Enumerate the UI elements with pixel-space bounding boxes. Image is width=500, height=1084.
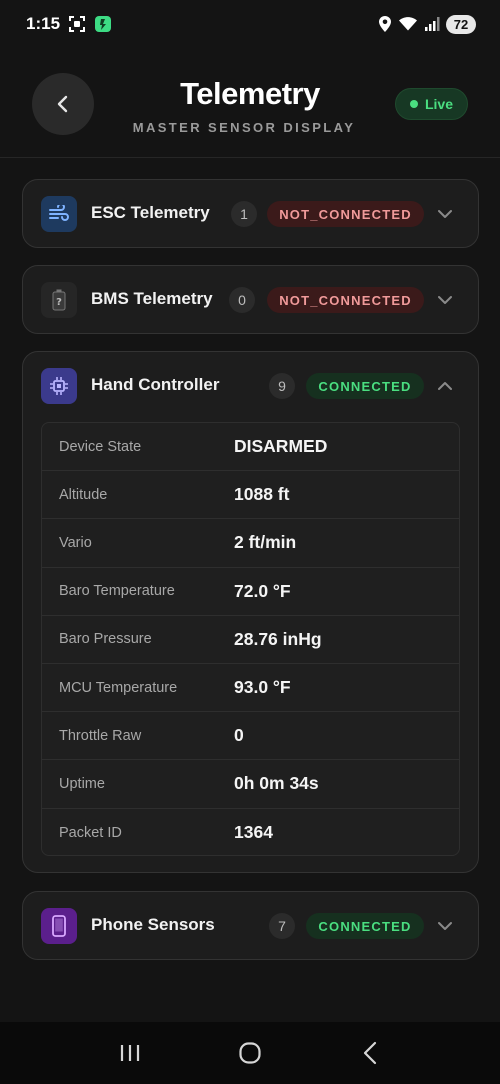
row-label: Baro Temperature	[59, 583, 175, 600]
card-header[interactable]: ? BMS Telemetry 0 NOT_CONNECTED	[23, 266, 478, 334]
fan-wind-icon	[41, 196, 77, 232]
table-row: Packet ID 1364	[42, 809, 459, 856]
card-title: ESC Telemetry	[91, 203, 210, 222]
system-back-button[interactable]	[350, 1033, 390, 1073]
status-right: 72	[378, 14, 476, 34]
table-row: Baro Temperature 72.0 °F	[42, 568, 459, 616]
signal-icon	[424, 16, 440, 32]
chevron-down-icon[interactable]	[435, 204, 455, 224]
chevron-up-icon[interactable]	[435, 376, 455, 396]
status-badge: NOT_CONNECTED	[267, 287, 424, 313]
table-row: Altitude 1088 ft	[42, 471, 459, 520]
telemetry-table: Device State DISARMED Altitude 1088 ft V…	[41, 422, 460, 856]
chevron-down-icon[interactable]	[435, 916, 455, 936]
row-value: 0h 0m 34s	[234, 773, 319, 794]
row-value: 1364	[234, 822, 273, 843]
row-value: 0	[234, 725, 244, 746]
card-phone-sensors[interactable]: Phone Sensors 7 CONNECTED	[22, 891, 479, 960]
row-value: 2 ft/min	[234, 532, 297, 553]
app-notification-icon	[94, 15, 112, 33]
recent-apps-button[interactable]	[110, 1033, 150, 1073]
count-badge: 1	[231, 201, 257, 227]
table-row: Uptime 0h 0m 34s	[42, 760, 459, 809]
recent-apps-icon	[120, 1045, 140, 1061]
card-hand-controller[interactable]: Hand Controller 9 CONNECTED Device State…	[22, 351, 479, 873]
row-label: Packet ID	[59, 824, 122, 841]
row-label: Vario	[59, 534, 92, 551]
back-arrow-icon	[363, 1041, 377, 1065]
chip-icon	[41, 368, 77, 404]
live-badge: Live	[395, 88, 468, 120]
card-title: Phone Sensors	[91, 915, 215, 934]
table-row: Throttle Raw 0	[42, 712, 459, 761]
row-value: 72.0 °F	[234, 580, 291, 601]
row-value: DISARMED	[234, 436, 328, 457]
row-value: 1088 ft	[234, 484, 290, 505]
row-label: MCU Temperature	[59, 679, 178, 696]
wifi-icon	[398, 16, 418, 32]
card-title: Hand Controller	[91, 375, 220, 394]
status-left: 1:15	[26, 14, 112, 34]
card-header[interactable]: ESC Telemetry 1 NOT_CONNECTED	[23, 180, 478, 248]
live-label: Live	[424, 96, 453, 112]
table-row: MCU Temperature 93.0 °F	[42, 664, 459, 713]
count-badge: 7	[269, 913, 295, 939]
row-label: Altitude	[59, 486, 108, 503]
live-dot-icon	[409, 100, 418, 108]
status-badge: CONNECTED	[306, 913, 424, 939]
system-nav-bar	[0, 1022, 500, 1084]
card-header[interactable]: Hand Controller 9 CONNECTED	[23, 352, 478, 420]
row-value: 93.0 °F	[234, 677, 291, 698]
screenshot-icon	[68, 15, 86, 33]
card-title: BMS Telemetry	[91, 289, 213, 308]
table-row: Baro Pressure 28.76 inHg	[42, 616, 459, 664]
page-subtitle: MASTER SENSOR DISPLAY	[132, 120, 356, 135]
status-time: 1:15	[26, 14, 61, 33]
header: Telemetry MASTER SENSOR DISPLAY Live	[0, 58, 500, 156]
table-row: Device State DISARMED	[42, 423, 459, 472]
battery-indicator: 72	[446, 14, 476, 34]
count-badge: 9	[269, 373, 295, 399]
row-value: 28.76 inHg	[234, 628, 322, 649]
status-badge: CONNECTED	[306, 373, 424, 399]
row-label: Throttle Raw	[59, 727, 142, 744]
home-icon	[239, 1042, 261, 1064]
table-row: Vario 2 ft/min	[42, 519, 459, 568]
row-label: Device State	[59, 438, 142, 455]
status-badge: NOT_CONNECTED	[267, 201, 424, 227]
home-button[interactable]	[230, 1033, 270, 1073]
location-icon	[378, 15, 392, 33]
battery-unknown-icon: ?	[41, 282, 77, 318]
status-bar: 1:15 72	[0, 0, 500, 48]
phone-icon	[41, 908, 77, 944]
header-divider	[0, 157, 500, 158]
card-esc-telemetry[interactable]: ESC Telemetry 1 NOT_CONNECTED	[22, 179, 479, 248]
count-badge: 0	[229, 287, 255, 313]
svg-text:?: ?	[56, 297, 62, 308]
card-bms-telemetry[interactable]: ? BMS Telemetry 0 NOT_CONNECTED	[22, 265, 479, 334]
row-label: Baro Pressure	[59, 631, 152, 648]
chevron-down-icon[interactable]	[435, 290, 455, 310]
card-header[interactable]: Phone Sensors 7 CONNECTED	[23, 892, 478, 960]
row-label: Uptime	[59, 775, 105, 792]
